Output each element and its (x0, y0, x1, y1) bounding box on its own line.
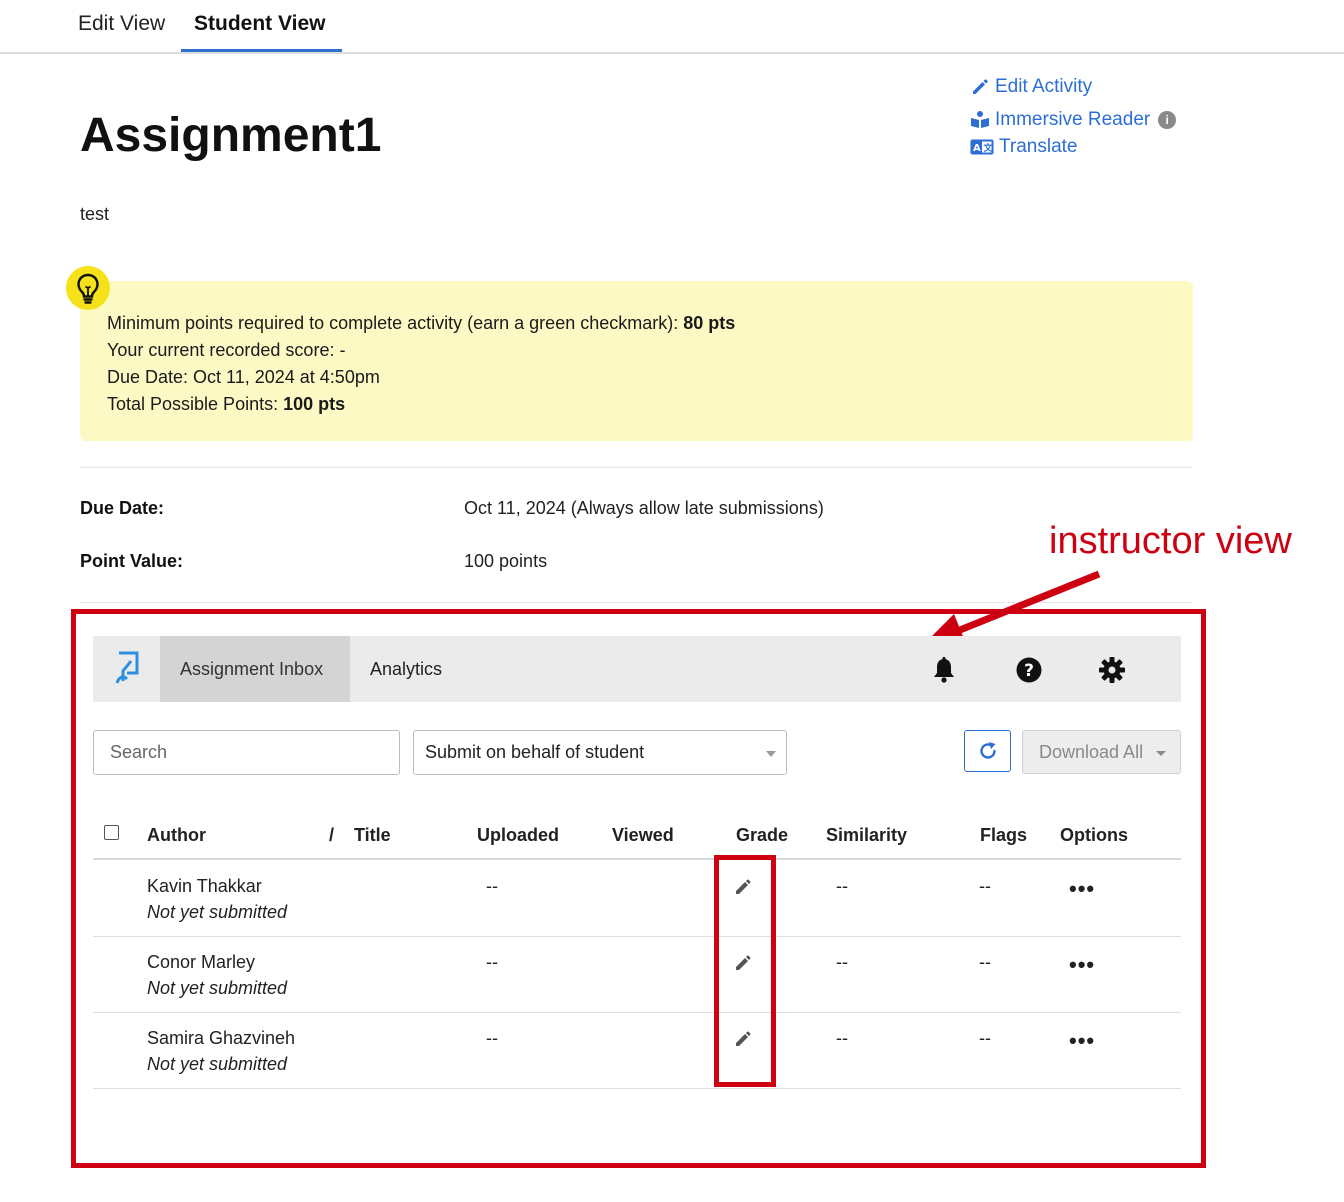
table-row: Conor Marley Not yet submitted -- -- -- … (93, 937, 1181, 1013)
column-viewed[interactable]: Viewed (612, 825, 674, 846)
options-menu-icon[interactable]: ••• (1069, 876, 1095, 902)
uploaded-value: -- (486, 1028, 498, 1048)
uploaded-value: -- (486, 876, 498, 896)
chevron-down-icon (1156, 751, 1166, 756)
submit-on-behalf-label: Submit on behalf of student (425, 742, 645, 762)
refresh-button[interactable] (964, 730, 1011, 772)
options-menu-icon[interactable]: ••• (1069, 952, 1095, 978)
submission-status: Not yet submitted (147, 978, 288, 998)
column-similarity[interactable]: Similarity (826, 825, 907, 846)
flags-value: -- (979, 876, 991, 896)
tab-analytics[interactable]: Analytics (350, 636, 462, 702)
options-menu-icon[interactable]: ••• (1069, 1028, 1095, 1054)
similarity-value: -- (836, 876, 848, 896)
download-all-label: Download All (1039, 742, 1144, 762)
chevron-down-icon (766, 751, 776, 757)
flags-value: -- (979, 952, 991, 972)
submit-on-behalf-select[interactable]: Submit on behalf of student (413, 730, 787, 775)
author-name[interactable]: Kavin Thakkar (147, 876, 262, 897)
column-flags[interactable]: Flags (980, 825, 1027, 846)
column-author[interactable]: Author (147, 825, 206, 846)
turnitin-logo-icon (93, 636, 160, 702)
column-separator: / (329, 825, 335, 845)
grade-column-highlight (714, 855, 776, 1087)
download-all-button[interactable]: Download All (1022, 730, 1181, 774)
table-header: Author / Title Uploaded Viewed Grade Sim… (93, 820, 1181, 860)
help-icon[interactable]: ? (1015, 656, 1043, 684)
column-options: Options (1060, 825, 1128, 845)
refresh-icon (979, 742, 996, 759)
inbox-toolbar: Assignment Inbox Analytics ? (93, 636, 1181, 702)
select-all-checkbox[interactable] (104, 825, 119, 840)
author-name[interactable]: Samira Ghazvineh (147, 1028, 295, 1049)
column-title[interactable]: Title (354, 825, 391, 846)
gear-icon[interactable] (1098, 656, 1126, 684)
column-uploaded[interactable]: Uploaded (477, 825, 559, 846)
uploaded-value: -- (486, 952, 498, 972)
search-input[interactable] (93, 730, 400, 775)
table-row: Kavin Thakkar Not yet submitted -- -- --… (93, 861, 1181, 937)
similarity-value: -- (836, 1028, 848, 1048)
submission-status: Not yet submitted (147, 1054, 288, 1074)
author-name[interactable]: Conor Marley (147, 952, 255, 973)
submission-status: Not yet submitted (147, 902, 288, 922)
svg-text:?: ? (1024, 661, 1034, 681)
flags-value: -- (979, 1028, 991, 1048)
bell-icon[interactable] (930, 656, 958, 684)
tab-assignment-inbox[interactable]: Assignment Inbox (160, 636, 350, 702)
table-row: Samira Ghazvineh Not yet submitted -- --… (93, 1013, 1181, 1089)
column-grade[interactable]: Grade (736, 825, 788, 846)
similarity-value: -- (836, 952, 848, 972)
